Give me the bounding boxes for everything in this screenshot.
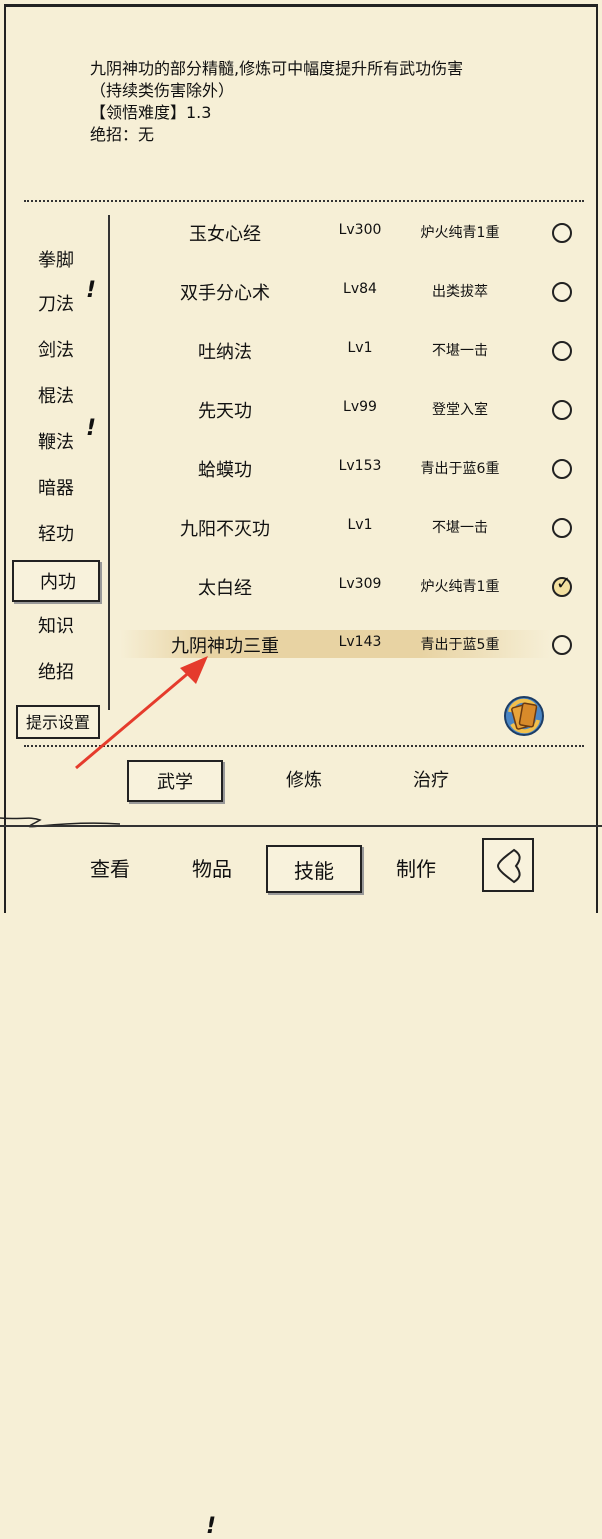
skill-rank: 炉火纯青1重 <box>420 579 500 595</box>
skill-name: 太白经 <box>198 578 252 599</box>
category-neigong[interactable]: 内功 <box>12 560 100 602</box>
skill-row[interactable]: 吐纳法 Lv1 不堪一击 <box>120 326 590 376</box>
skill-description: 九阴神功的部分精髓,修炼可中幅度提升所有武功伤害 （持续类伤害除外） 【领悟难度… <box>90 58 463 146</box>
skill-row[interactable]: 蛤蟆功 Lv153 青出于蓝6重 <box>120 444 590 494</box>
alert-icon: ! <box>206 1514 217 1539</box>
skill-row[interactable]: 玉女心经 Lv300 炉火纯青1重 <box>120 208 590 258</box>
category-gunfa[interactable]: 棍法 <box>12 376 100 418</box>
tab-wupin[interactable]: 物品 <box>164 845 260 893</box>
skill-rank: 不堪一击 <box>432 343 488 359</box>
skill-level: Lv143 <box>338 634 382 650</box>
hint-settings-button[interactable]: 提示设置 <box>16 705 100 739</box>
skill-level: Lv309 <box>338 576 382 592</box>
description-line: （持续类伤害除外） <box>90 81 235 100</box>
skill-row[interactable]: 先天功 Lv99 登堂入室 <box>120 385 590 435</box>
skill-rank: 出类拔萃 <box>432 284 488 300</box>
skill-level: Lv300 <box>338 222 382 238</box>
skill-name: 玉女心经 <box>189 224 261 245</box>
equip-radio[interactable] <box>552 635 572 655</box>
tab-zhizuo[interactable]: 制作 <box>368 845 464 893</box>
category-quanjiao[interactable]: 拳脚 <box>12 240 100 282</box>
tab-chakan[interactable]: 查看 <box>62 845 158 893</box>
skill-name: 吐纳法 <box>198 342 252 363</box>
category-jianfa[interactable]: 剑法 <box>12 330 100 372</box>
dotted-divider <box>24 200 584 202</box>
check-icon: ✓ <box>556 573 572 594</box>
skill-row[interactable]: 太白经 Lv309 炉火纯青1重 ✓ <box>120 562 590 612</box>
equip-radio[interactable] <box>552 282 572 302</box>
skill-row[interactable]: 九阳不灭功 Lv1 不堪一击 <box>120 503 590 553</box>
skill-level: Lv84 <box>343 281 377 297</box>
skill-row-selected[interactable]: 九阴神功三重 Lv143 青出于蓝5重 <box>120 620 590 670</box>
equip-radio[interactable] <box>552 518 572 538</box>
skill-name: 九阴神功三重 <box>171 636 279 657</box>
equip-radio-checked[interactable]: ✓ <box>552 573 572 597</box>
skill-rank: 登堂入室 <box>432 402 488 418</box>
alert-icon: ! <box>86 416 97 441</box>
skill-rank: 青出于蓝6重 <box>420 461 500 477</box>
skill-level: Lv153 <box>338 458 382 474</box>
skill-rank: 不堪一击 <box>432 520 488 536</box>
category-anqi[interactable]: 暗器 <box>12 468 100 510</box>
back-button[interactable] <box>482 838 534 892</box>
skill-rank: 青出于蓝5重 <box>420 637 500 653</box>
skill-level: Lv1 <box>347 517 373 533</box>
category-divider <box>108 215 110 710</box>
alert-icon: ! <box>86 278 97 303</box>
skill-level: Lv99 <box>343 399 377 415</box>
equip-radio[interactable] <box>552 400 572 420</box>
divider-line <box>0 825 602 827</box>
category-juezhao[interactable]: 绝招 <box>12 652 100 694</box>
description-line: 九阴神功的部分精髓,修炼可中幅度提升所有武功伤害 <box>90 59 464 78</box>
tab-zhiliao[interactable]: 治疗 <box>383 760 479 802</box>
back-arrow-icon <box>496 848 521 884</box>
equip-radio[interactable] <box>552 341 572 361</box>
skill-level: Lv1 <box>347 340 373 356</box>
tab-xiulian[interactable]: 修炼 <box>256 760 352 802</box>
description-line: 【领悟难度】1.3 <box>90 103 212 122</box>
tab-jineng[interactable]: 技能 <box>266 845 362 893</box>
skill-name: 蛤蟆功 <box>198 460 252 481</box>
skill-rank: 炉火纯青1重 <box>420 225 500 241</box>
skill-name: 双手分心术 <box>180 283 270 304</box>
equip-radio[interactable] <box>552 459 572 479</box>
dotted-divider <box>24 745 584 747</box>
description-line: 绝招：无 <box>90 125 155 144</box>
equip-radio[interactable] <box>552 223 572 243</box>
category-zhishi[interactable]: 知识 <box>12 606 100 648</box>
skill-name: 先天功 <box>198 401 252 422</box>
category-qinggong[interactable]: 轻功 <box>12 514 100 556</box>
tab-wuxue[interactable]: 武学 <box>127 760 223 802</box>
skill-name: 九阳不灭功 <box>180 519 270 540</box>
skill-row[interactable]: 双手分心术 Lv84 出类拔萃 <box>120 267 590 317</box>
swap-refresh-icon[interactable] <box>498 692 550 740</box>
